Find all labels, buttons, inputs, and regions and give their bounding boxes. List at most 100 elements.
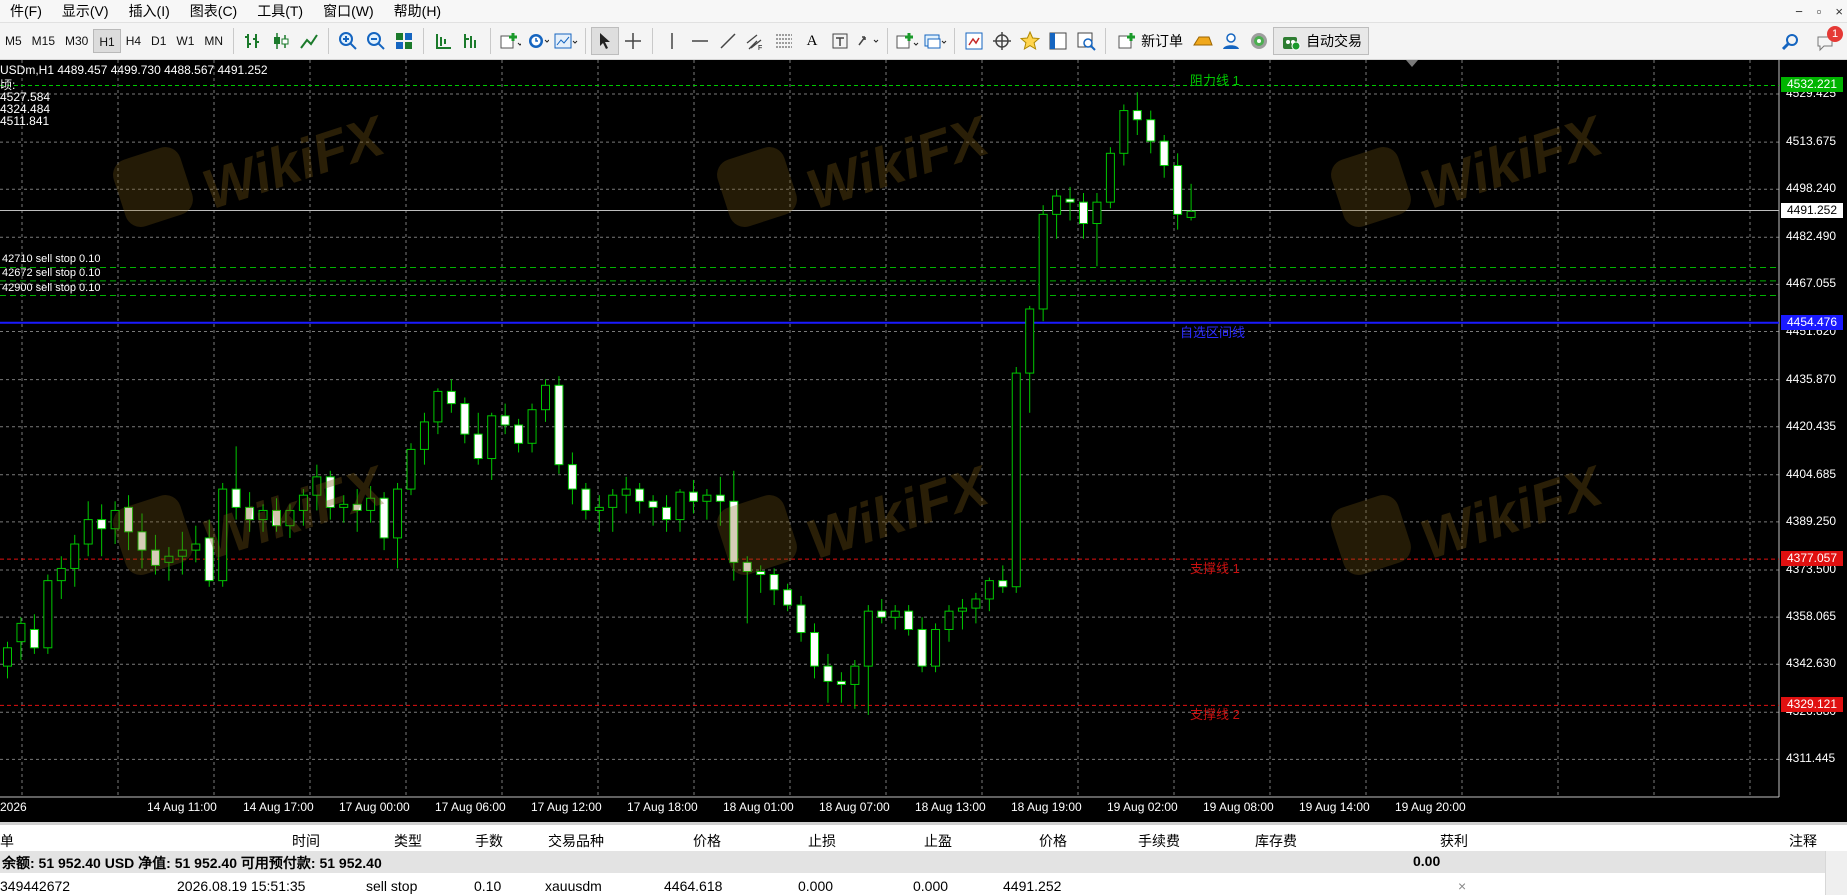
vertical-line-button[interactable] bbox=[658, 27, 686, 55]
price-tick-label: 4358.065 bbox=[1786, 609, 1837, 624]
bearish-candle bbox=[29, 628, 39, 649]
col-commission[interactable]: 手续费 bbox=[1138, 831, 1180, 851]
line-chart-button[interactable] bbox=[295, 27, 323, 55]
chart-shift-marker[interactable] bbox=[1406, 60, 1418, 67]
timeframe-h1[interactable]: H1 bbox=[93, 29, 121, 53]
col-type[interactable]: 类型 bbox=[394, 831, 422, 851]
col-current-price[interactable]: 价格 bbox=[1039, 831, 1067, 851]
col-tp[interactable]: 止盈 bbox=[924, 831, 952, 851]
menu-window[interactable]: 窗口(W) bbox=[313, 0, 384, 22]
bearish-candle bbox=[460, 403, 470, 435]
candlestick-button[interactable] bbox=[267, 27, 295, 55]
tile-windows-button[interactable] bbox=[390, 27, 418, 55]
text-label-button[interactable] bbox=[826, 27, 854, 55]
indicators-button[interactable] bbox=[496, 27, 524, 55]
terminal-button[interactable] bbox=[1044, 27, 1072, 55]
col-order[interactable]: 单 bbox=[0, 831, 14, 851]
data-window-button[interactable] bbox=[988, 27, 1016, 55]
auto-trading-label: 自动交易 bbox=[1306, 33, 1363, 49]
notification-badge: 1 bbox=[1827, 25, 1843, 42]
menu-file[interactable]: 件(F) bbox=[0, 0, 52, 22]
zoom-out-button[interactable] bbox=[362, 27, 390, 55]
notifications-button[interactable]: 1 bbox=[1813, 25, 1843, 56]
market-watch-button[interactable] bbox=[960, 27, 988, 55]
cell-order: 349442672 bbox=[0, 878, 71, 894]
toolbar-separator bbox=[652, 28, 654, 54]
restore-button[interactable]: ▫ bbox=[1817, 4, 1822, 19]
col-profit[interactable]: 获利 bbox=[1440, 831, 1468, 851]
col-time[interactable]: 时间 bbox=[292, 831, 320, 851]
support-line-1-label[interactable]: 支撑线 1 bbox=[1190, 558, 1240, 577]
timeframe-w1[interactable]: W1 bbox=[171, 29, 199, 53]
close-button[interactable]: × bbox=[1835, 4, 1843, 19]
timeframe-m5[interactable]: M5 bbox=[0, 29, 27, 53]
col-swap[interactable]: 库存费 bbox=[1255, 831, 1297, 851]
balance-row: 余额: 51 952.40 USD 净值: 51 952.40 可用预付款: 5… bbox=[0, 851, 1825, 873]
search-button[interactable] bbox=[1777, 28, 1805, 56]
col-volume[interactable]: 手数 bbox=[475, 831, 503, 851]
market-button[interactable] bbox=[1245, 27, 1273, 55]
auto-trading-button[interactable]: 自动交易 bbox=[1273, 27, 1370, 55]
new-chart-button[interactable] bbox=[893, 27, 921, 55]
menu-help[interactable]: 帮助(H) bbox=[384, 0, 451, 22]
template-icon bbox=[554, 33, 578, 49]
price-tick-label: 4435.870 bbox=[1786, 371, 1837, 386]
gold-button[interactable] bbox=[1189, 27, 1217, 55]
menu-charts[interactable]: 图表(C) bbox=[180, 0, 247, 22]
periods-button[interactable] bbox=[524, 27, 552, 55]
bar-chart-button[interactable] bbox=[239, 27, 267, 55]
text-tool-button[interactable]: A bbox=[798, 27, 826, 55]
arrows-button[interactable] bbox=[854, 27, 882, 55]
profiles-button[interactable] bbox=[921, 27, 949, 55]
timeframe-d1[interactable]: D1 bbox=[146, 29, 171, 53]
menu-tools[interactable]: 工具(T) bbox=[247, 0, 313, 22]
time-tick-label: 18 Aug 07:00 bbox=[819, 800, 890, 814]
col-symbol[interactable]: 交易品种 bbox=[548, 831, 604, 851]
col-comment[interactable]: 注释 bbox=[1789, 831, 1817, 851]
fibonacci-button[interactable] bbox=[770, 27, 798, 55]
bearish-candle bbox=[1146, 119, 1156, 142]
col-sl[interactable]: 止损 bbox=[808, 831, 836, 851]
crosshair-tool-button[interactable] bbox=[619, 27, 647, 55]
favorites-button[interactable] bbox=[1016, 27, 1044, 55]
signals-button[interactable] bbox=[1217, 27, 1245, 55]
bullish-candle bbox=[675, 491, 685, 521]
menu-insert[interactable]: 插入(I) bbox=[119, 0, 180, 22]
templates-button[interactable] bbox=[552, 27, 580, 55]
autoscroll-button[interactable] bbox=[457, 27, 485, 55]
zoom-in-button[interactable] bbox=[334, 27, 362, 55]
menu-view[interactable]: 显示(V) bbox=[52, 0, 119, 22]
support-line-2-label[interactable]: 支撑线 2 bbox=[1190, 704, 1240, 723]
toolbar-separator bbox=[233, 28, 235, 54]
bearish-candle bbox=[756, 570, 766, 576]
resistance-line-label[interactable]: 阻力线 1 bbox=[1190, 70, 1240, 89]
price-tick-label: 4404.685 bbox=[1786, 466, 1837, 481]
order-line-label[interactable]: 42672 sell stop 0.10 bbox=[2, 267, 100, 279]
timeframe-mn[interactable]: MN bbox=[199, 29, 228, 53]
bearish-candle bbox=[917, 628, 927, 667]
timeframe-h4[interactable]: H4 bbox=[121, 29, 146, 53]
minimize-button[interactable]: − bbox=[1795, 4, 1803, 19]
equidistant-channel-button[interactable]: F bbox=[742, 27, 770, 55]
price-chart[interactable]: WikiFX WikiFX WikiFX WikiFX WikiFX WikiF… bbox=[0, 60, 1847, 822]
bullish-candle bbox=[419, 421, 429, 450]
horizontal-line-button[interactable] bbox=[686, 27, 714, 55]
close-order-icon[interactable]: × bbox=[1458, 878, 1466, 894]
terminal-scrollbar[interactable] bbox=[1825, 851, 1847, 895]
price-tick-label: 4482.490 bbox=[1786, 229, 1837, 244]
trendline-button[interactable] bbox=[714, 27, 742, 55]
timeframe-m15[interactable]: M15 bbox=[27, 29, 60, 53]
strategy-tester-button[interactable] bbox=[1072, 27, 1100, 55]
table-row[interactable]: 349442672 2026.08.19 15:51:35 sell stop … bbox=[0, 875, 1825, 895]
order-line-label[interactable]: 42900 sell stop 0.10 bbox=[2, 282, 100, 294]
autoscroll-icon bbox=[464, 34, 477, 48]
range-line-label[interactable]: 自选区间线 bbox=[1180, 322, 1245, 341]
bullish-candle bbox=[1011, 372, 1021, 588]
new-order-button[interactable]: 新订单 bbox=[1111, 27, 1189, 55]
cursor-tool-button[interactable] bbox=[591, 27, 620, 55]
chart-shift-button[interactable] bbox=[429, 27, 457, 55]
timeframe-m30[interactable]: M30 bbox=[60, 29, 93, 53]
toolbar-separator bbox=[423, 28, 425, 54]
col-price[interactable]: 价格 bbox=[693, 831, 721, 851]
order-line-label[interactable]: 42710 sell stop 0.10 bbox=[2, 253, 100, 265]
